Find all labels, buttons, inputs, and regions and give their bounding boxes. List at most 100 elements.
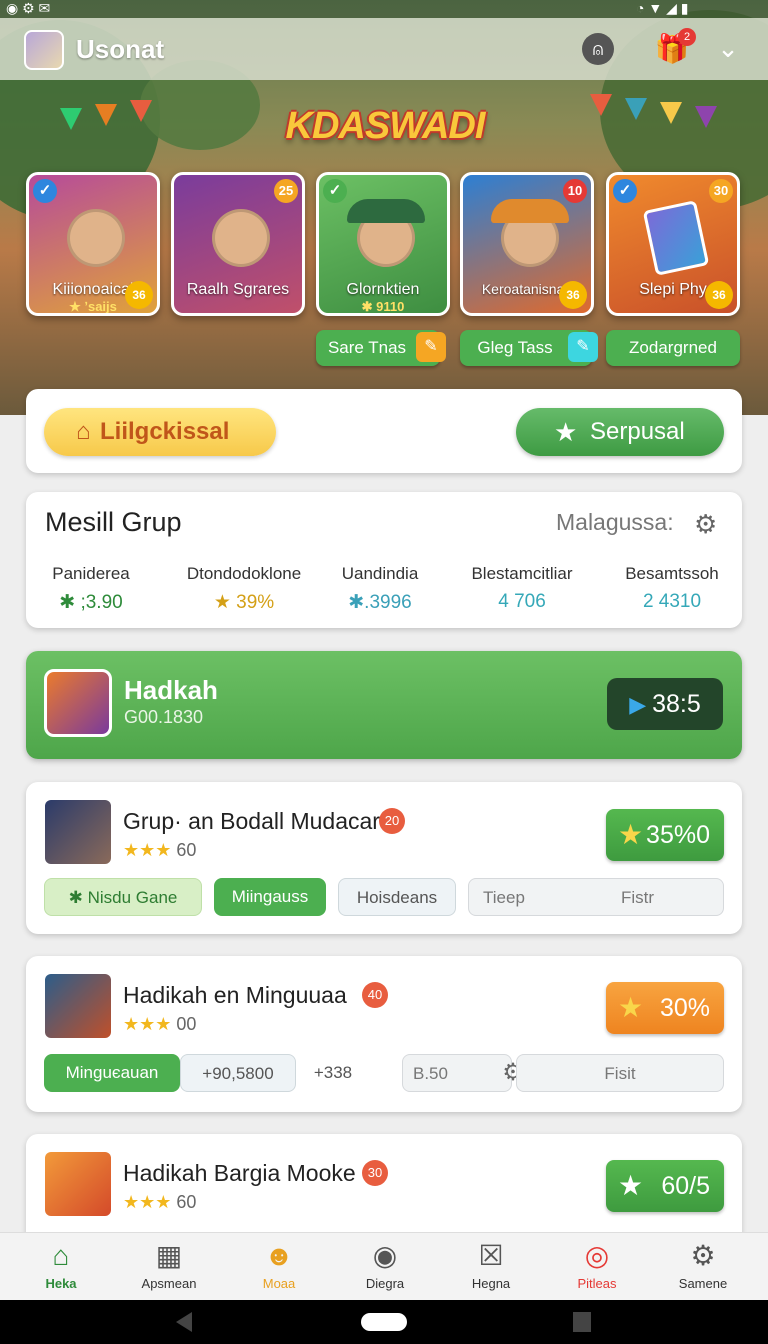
rating-value: 60 bbox=[176, 1192, 197, 1212]
nav-item-samene[interactable]: ⚙ Samene bbox=[658, 1240, 748, 1291]
primary-action-button[interactable]: ⌂ Liilgckissal bbox=[44, 408, 276, 456]
secondary-action-button[interactable]: ★ Serpusal bbox=[516, 408, 724, 456]
player-thumbnail bbox=[44, 669, 112, 737]
stat-label: Besamtssoh bbox=[625, 564, 719, 583]
chip-tag[interactable]: ✱ Nisdu Gane bbox=[44, 878, 202, 916]
home-icon: ⌂ bbox=[76, 418, 91, 445]
coin-badge: 36 bbox=[559, 281, 587, 309]
check-icon: ✓ bbox=[33, 179, 57, 203]
check-icon: ✓ bbox=[613, 179, 637, 203]
nav-item-diegra[interactable]: ◉ Diegra bbox=[340, 1240, 430, 1291]
back-icon[interactable] bbox=[176, 1312, 192, 1332]
star-icon: ★ bbox=[554, 417, 578, 447]
play-button[interactable]: ▶ 38:5 bbox=[607, 678, 723, 730]
coin-badge: 36 bbox=[125, 281, 153, 309]
character-card-3[interactable]: ✓ Glornktien ✱ 9110 bbox=[316, 172, 450, 316]
game-logo: KDASWADI bbox=[285, 105, 486, 147]
character-card-1[interactable]: ✓ Kiiionoaical ★ ʼsaijs 36 bbox=[26, 172, 160, 316]
percent-value: 30% bbox=[659, 994, 710, 1022]
character-avatar bbox=[67, 209, 125, 267]
chevron-down-icon[interactable]: ⌄ bbox=[712, 32, 744, 64]
nav-label: Diegra bbox=[365, 1276, 405, 1291]
rating-value: 60 bbox=[176, 840, 197, 860]
target-icon: ◎ bbox=[584, 1240, 610, 1271]
card-action-button-2[interactable]: Gleg Tass ✎ bbox=[460, 330, 598, 366]
chip-tag[interactable]: Hoisdeans bbox=[338, 878, 456, 916]
card-action-button-3[interactable]: Zodargrned bbox=[606, 330, 740, 366]
nav-item-moaa[interactable]: ☻ Moaa bbox=[234, 1240, 324, 1291]
percent-button[interactable]: ★ 30% bbox=[606, 982, 724, 1034]
pencil-icon: ✎ bbox=[416, 332, 446, 362]
button-label: Sare Tnas bbox=[327, 338, 407, 357]
recents-icon[interactable] bbox=[573, 1312, 591, 1332]
list-item[interactable]: Hadikah en Minguuaa 40 ★★★ 00 ★ 30% Mingu… bbox=[26, 956, 742, 1112]
group-title: Mesill Grup bbox=[45, 507, 182, 537]
home-pill-icon[interactable] bbox=[361, 1313, 407, 1331]
star-icon: ★ bbox=[618, 1170, 644, 1201]
nav-label: Hegna bbox=[471, 1276, 511, 1291]
hat-shape bbox=[347, 199, 425, 223]
list-item[interactable]: Grup· an Bodall Mudacar 20 ★★★ 60 ★ 35%0 … bbox=[26, 782, 742, 934]
item-thumbnail bbox=[45, 974, 111, 1038]
input-field[interactable]: Fisit bbox=[516, 1054, 724, 1092]
hat-shape bbox=[491, 199, 569, 223]
play-value: 38:5 bbox=[652, 690, 701, 718]
percent-button[interactable]: ★ 60/5 bbox=[606, 1160, 724, 1212]
stat-value: ★ 39% bbox=[213, 592, 275, 613]
card-action-button-1[interactable]: Sare Tnas ✎ bbox=[316, 330, 446, 366]
highlight-subtitle: G00.1830 bbox=[124, 707, 204, 727]
character-avatar bbox=[212, 209, 270, 267]
check-icon: ✓ bbox=[323, 179, 347, 203]
chip-tag[interactable]: Miingauss bbox=[214, 878, 326, 916]
nav-item-home[interactable]: ⌂ Heka bbox=[16, 1240, 106, 1291]
group-right-label: Malagussa: bbox=[556, 509, 674, 535]
input-field[interactable]: Tieep Fistr bbox=[468, 878, 724, 916]
card-sub: ✱ 9110 bbox=[361, 299, 405, 314]
button-label: Gleg Tass bbox=[477, 338, 553, 357]
nav-label: Samene bbox=[678, 1276, 728, 1291]
gift-badge: 2 bbox=[678, 28, 696, 46]
stat-label: Blestamcitliar bbox=[471, 564, 573, 583]
nav-item-apsmean[interactable]: ▦ Apsmean bbox=[124, 1240, 214, 1291]
bell-icon[interactable]: ⍝ bbox=[582, 33, 614, 65]
field-label-2: Fistr bbox=[621, 888, 655, 907]
stat-label: Uandindia bbox=[341, 564, 419, 583]
gear-icon: ⚙ bbox=[690, 1240, 716, 1271]
character-card-4[interactable]: 10 Keroatanisnan 36 bbox=[460, 172, 594, 316]
nav-item-pitleas[interactable]: ◎ Pitleas bbox=[552, 1240, 642, 1291]
nav-label: Heka bbox=[45, 1276, 77, 1291]
button-label: Serpusal bbox=[590, 418, 685, 445]
card-name: Glornktien bbox=[346, 281, 420, 298]
input-field[interactable]: B.50 bbox=[402, 1054, 512, 1092]
avatar[interactable] bbox=[24, 30, 64, 70]
chip-tag[interactable]: +90,5800 bbox=[180, 1054, 296, 1092]
item-thumbnail bbox=[45, 1152, 111, 1216]
count-badge: 25 bbox=[274, 179, 298, 203]
home-icon: ⌂ bbox=[52, 1240, 70, 1271]
rating-stars: ★★★ 60 bbox=[123, 1192, 197, 1212]
star-icon: ★ bbox=[618, 819, 644, 850]
rating-stars: ★★★ 60 bbox=[123, 840, 197, 860]
play-icon: ▶ bbox=[629, 692, 647, 717]
grid-icon: ▦ bbox=[155, 1240, 183, 1271]
stat-value: 2 4310 bbox=[642, 591, 702, 612]
gear-icon[interactable]: ⚙ bbox=[694, 509, 717, 540]
percent-button[interactable]: ★ 35%0 bbox=[606, 809, 724, 861]
pin-icon: ◉ bbox=[372, 1240, 398, 1271]
field-label: Tieep bbox=[483, 888, 525, 907]
count-badge: 10 bbox=[563, 179, 587, 203]
status-icons-left: ◉ ⚙ ✉ bbox=[6, 0, 51, 16]
item-title: Hadikah Bargia Mooke bbox=[123, 1160, 356, 1186]
nav-item-hegna[interactable]: ☒ Hegna bbox=[446, 1240, 536, 1291]
rating-value: 00 bbox=[176, 1014, 197, 1034]
stat-value: ✱.3996 bbox=[348, 592, 412, 613]
chip-tag[interactable]: Minguєauan bbox=[44, 1054, 180, 1092]
percent-value: 60/5 bbox=[661, 1172, 710, 1200]
character-card-2[interactable]: 25 Raalh Sgrares bbox=[171, 172, 305, 316]
button-label: Zodargrned bbox=[629, 338, 717, 357]
coin-badge: 36 bbox=[705, 281, 733, 309]
card-item-icon bbox=[642, 200, 710, 276]
character-card-5[interactable]: ✓ 30 Slepi Phy 36 bbox=[606, 172, 740, 316]
nav-label: Apsmean bbox=[141, 1276, 197, 1291]
item-thumbnail bbox=[45, 800, 111, 864]
